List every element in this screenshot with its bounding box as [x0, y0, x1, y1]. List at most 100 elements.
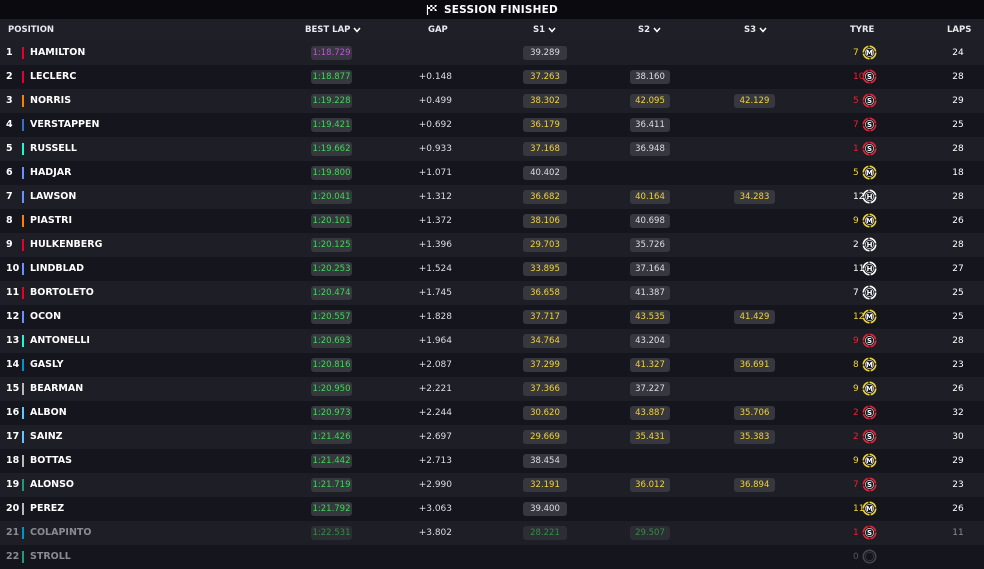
tyre-compound-letter: M: [866, 361, 873, 369]
table-row[interactable]: 13 ANTONELLI 1:20.693 +1.964 34.764 43.204 9 S 2…: [0, 329, 984, 353]
team-color-bar: [22, 71, 24, 83]
team-color-bar: [22, 311, 24, 323]
gap-to-leader: +2.244: [418, 408, 452, 418]
column-header-s3[interactable]: S3: [744, 19, 767, 41]
table-row[interactable]: 20 PEREZ 1:21.792 +3.063 39.400 11 M 26: [0, 497, 984, 521]
sector-s2-time: 43.887: [630, 406, 670, 420]
table-row[interactable]: 17 SAINZ 1:21.426 +2.697 29.669 35.431 35.383 2…: [0, 425, 984, 449]
team-color-bar: [22, 359, 24, 371]
sector-s2-time: 43.204: [630, 334, 670, 348]
table-row[interactable]: 3 NORRIS 1:19.228 +0.499 38.302 42.095 42.129 5…: [0, 89, 984, 113]
sector-s1-time: 28.221: [523, 526, 567, 540]
gap-to-leader: +0.148: [418, 72, 452, 82]
column-header-s1[interactable]: S1: [533, 19, 556, 41]
sector-s1-time: 36.179: [523, 118, 567, 132]
table-row[interactable]: 2 LECLERC 1:18.877 +0.148 37.263 38.160 10 S 28: [0, 65, 984, 89]
column-header-s2[interactable]: S2: [638, 19, 661, 41]
table-row[interactable]: 4 VERSTAPPEN 1:19.421 +0.692 36.179 36.411 7 S 2…: [0, 113, 984, 137]
lap-count: 24: [952, 48, 964, 58]
chevron-down-icon: [759, 27, 767, 33]
tyre-compound-letter: S: [867, 529, 872, 537]
medium-tyre-icon: M: [862, 501, 877, 516]
sector-s3-time: 36.894: [734, 478, 775, 492]
tyre-age: 11: [853, 264, 865, 274]
team-color-bar: [22, 215, 24, 227]
sector-s1-time: 29.703: [523, 238, 567, 252]
lap-count: 28: [952, 240, 964, 250]
soft-tyre-icon: S: [862, 477, 877, 492]
medium-tyre-icon: M: [862, 357, 877, 372]
sector-s1-time: 39.400: [523, 502, 567, 516]
sector-s2-time: 35.431: [630, 430, 670, 444]
medium-tyre-icon: M: [862, 213, 877, 228]
position-number: 18: [6, 455, 20, 466]
soft-tyre-icon: S: [862, 333, 877, 348]
results-table: 1 HAMILTON 1:18.729 39.289 7 M 24 2 LECLERC 1:18.…: [0, 41, 984, 569]
column-header-tyre: TYRE: [850, 25, 875, 35]
table-row[interactable]: 7 LAWSON 1:20.041 +1.312 36.682 40.164 34.283 1…: [0, 185, 984, 209]
position-number: 4: [6, 119, 13, 130]
column-header-best-lap[interactable]: BEST LAP: [305, 19, 361, 41]
tyre-compound-letter: S: [867, 409, 872, 417]
table-row[interactable]: 16 ALBON 1:20.973 +2.244 30.620 43.887 35.706 2…: [0, 401, 984, 425]
best-lap-time: 1:19.800: [311, 166, 352, 180]
sector-s1-time: 34.764: [523, 334, 567, 348]
lap-count: 28: [952, 72, 964, 82]
table-row[interactable]: 19 ALONSO 1:21.719 +2.990 32.191 36.012 36.894…: [0, 473, 984, 497]
driver-name: BEARMAN: [30, 383, 84, 394]
position-number: 21: [6, 527, 20, 538]
best-lap-time: 1:22.531: [311, 526, 352, 540]
driver-name: BOTTAS: [30, 455, 72, 466]
driver-name: VERSTAPPEN: [30, 119, 100, 130]
lap-count: 23: [952, 360, 964, 370]
table-row[interactable]: 15 BEARMAN 1:20.950 +2.221 37.366 37.227 9 M 26: [0, 377, 984, 401]
tyre-age: 1: [853, 144, 859, 154]
driver-name: HULKENBERG: [30, 239, 103, 250]
soft-tyre-icon: S: [862, 429, 877, 444]
s2-label: S2: [638, 25, 651, 35]
table-row[interactable]: 21 COLAPINTO 1:22.531 +3.802 28.221 29.507 1 S 1…: [0, 521, 984, 545]
driver-name: HAMILTON: [30, 47, 86, 58]
table-row[interactable]: 18 BOTTAS 1:21.442 +2.713 38.454 9 M 29: [0, 449, 984, 473]
sector-s2-time: 42.095: [630, 94, 670, 108]
sector-s1-time: 37.366: [523, 382, 567, 396]
table-row[interactable]: 6 HADJAR 1:19.800 +1.071 40.402 5 M 18: [0, 161, 984, 185]
position-number: 19: [6, 479, 20, 490]
session-banner: SESSION FINISHED: [0, 0, 984, 19]
table-row[interactable]: 11 BORTOLETO 1:20.474 +1.745 36.658 41.387 7 H 2…: [0, 281, 984, 305]
best-lap-time: 1:20.253: [311, 262, 352, 276]
table-row[interactable]: 5 RUSSELL 1:19.662 +0.933 37.168 36.948 1 S 28: [0, 137, 984, 161]
team-color-bar: [22, 335, 24, 347]
driver-name: PIASTRI: [30, 215, 73, 226]
table-row[interactable]: 10 LINDBLAD 1:20.253 +1.524 33.895 37.164 11 H 2…: [0, 257, 984, 281]
position-number: 20: [6, 503, 20, 514]
team-color-bar: [22, 455, 24, 467]
table-row[interactable]: 9 HULKENBERG 1:20.125 +1.396 29.703 35.726 2 H 2…: [0, 233, 984, 257]
best-lap-time: 1:19.228: [311, 94, 352, 108]
gap-to-leader: +1.396: [418, 240, 452, 250]
team-color-bar: [22, 407, 24, 419]
tyre-icon: [862, 549, 877, 564]
gap-to-leader: +3.802: [418, 528, 452, 538]
table-row[interactable]: 12 OCON 1:20.557 +1.828 37.717 43.535 41.429 12…: [0, 305, 984, 329]
best-lap-time: 1:19.662: [311, 142, 352, 156]
position-number: 6: [6, 167, 13, 178]
best-lap-label: BEST LAP: [305, 25, 351, 35]
team-color-bar: [22, 287, 24, 299]
table-row[interactable]: 22 STROLL 0: [0, 545, 984, 569]
table-row[interactable]: 14 GASLY 1:20.816 +2.087 37.299 41.327 36.691 8…: [0, 353, 984, 377]
sector-s2-time: 40.698: [630, 214, 670, 228]
checkered-flag-icon: [426, 5, 438, 15]
sector-s2-time: 40.164: [630, 190, 670, 204]
tyre-compound-letter: H: [867, 265, 873, 273]
position-number: 5: [6, 143, 13, 154]
table-row[interactable]: 1 HAMILTON 1:18.729 39.289 7 M 24: [0, 41, 984, 65]
table-row[interactable]: 8 PIASTRI 1:20.101 +1.372 38.106 40.698 9 M 26: [0, 209, 984, 233]
hard-tyre-icon: H: [862, 261, 877, 276]
driver-name: STROLL: [30, 551, 71, 562]
sector-s3-time: 34.283: [734, 190, 775, 204]
best-lap-time: 1:21.442: [311, 454, 352, 468]
medium-tyre-icon: M: [862, 453, 877, 468]
lap-count: 28: [952, 144, 964, 154]
s1-label: S1: [533, 25, 546, 35]
